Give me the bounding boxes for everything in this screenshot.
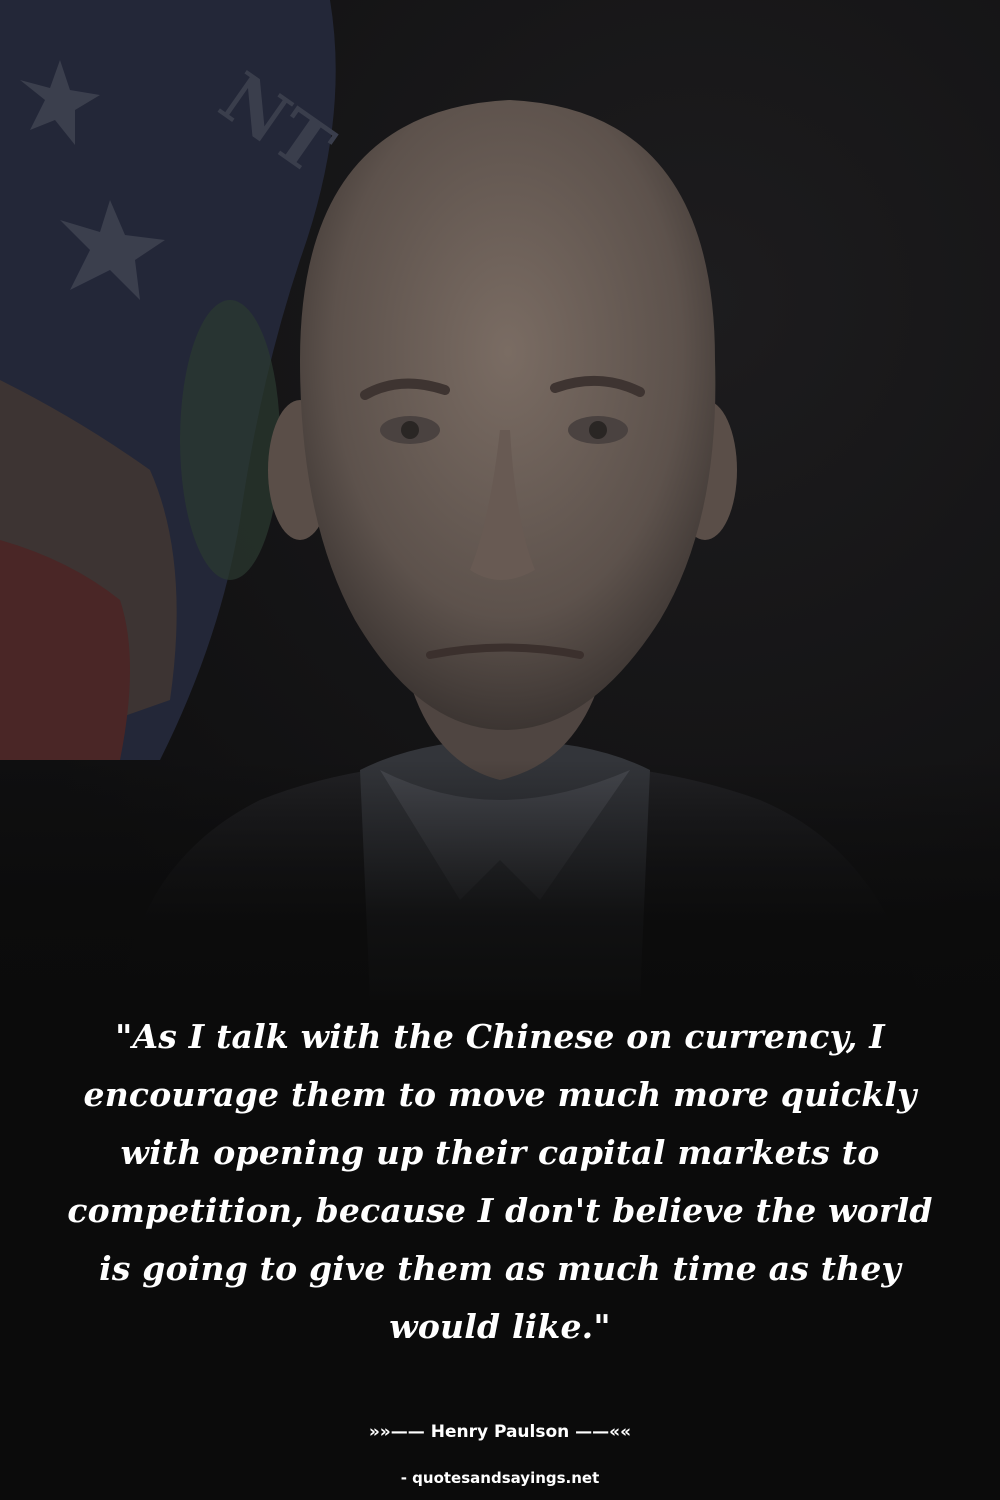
site-credit: - quotesandsayings.net xyxy=(400,1469,600,1487)
author-attribution: »»—— Henry Paulson ——«« xyxy=(368,1422,632,1442)
background-photo: NT xyxy=(0,0,1000,1000)
photo-fade xyxy=(0,760,1000,1000)
quote-text: "As I talk with the Chinese on currency,… xyxy=(67,1017,933,1346)
quote-card: NT "As I talk with the Chinese on curren… xyxy=(0,0,1000,1500)
